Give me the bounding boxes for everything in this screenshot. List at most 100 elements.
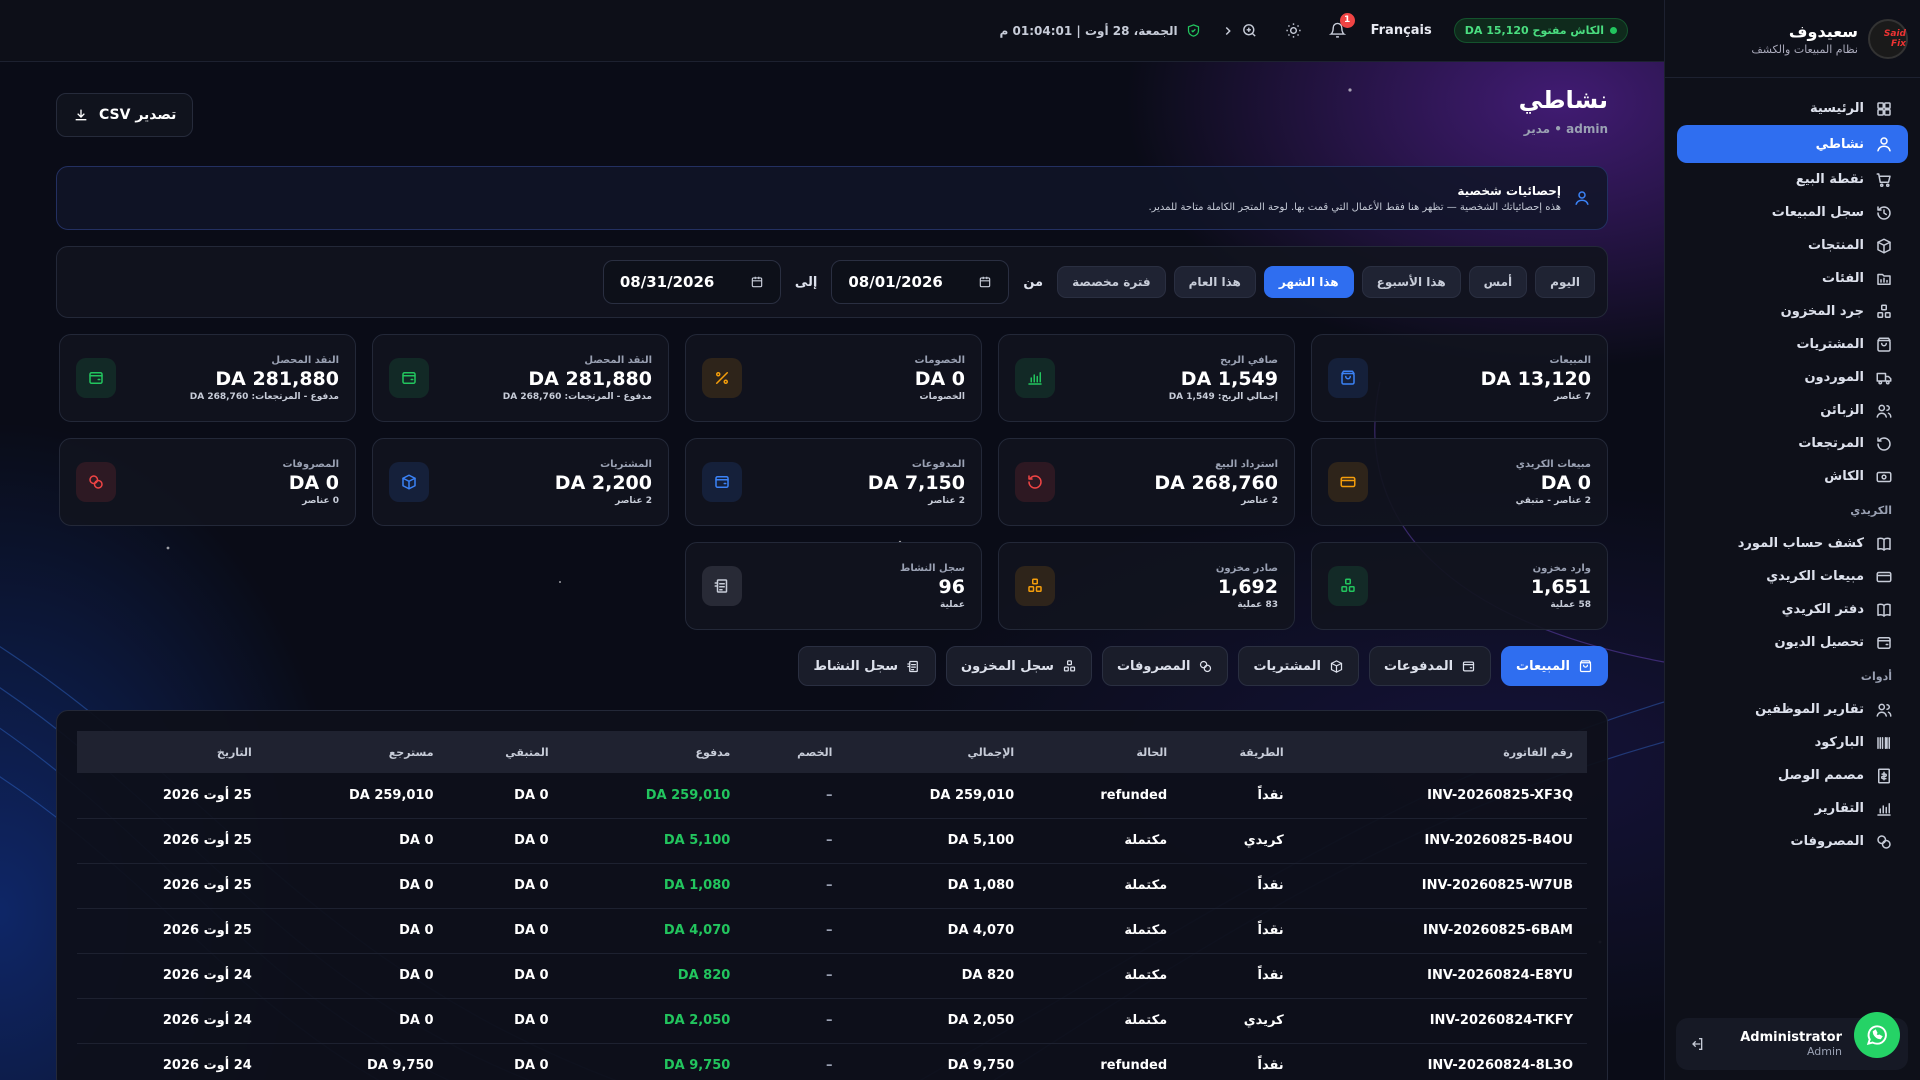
stat-card-4: النقد المحصل DA 281,880 مدفوع - المرتجعات:…	[59, 334, 356, 422]
sidebar-item-credit-3[interactable]: تحصيل الديون	[1677, 626, 1908, 659]
period-pill-2[interactable]: هذا الأسبوع	[1361, 266, 1461, 298]
stat-card-1: صافي الربح DA 1,549 إجمالي الربح: DA 1,549	[998, 334, 1295, 422]
table-cell: مكتملة	[1028, 998, 1182, 1044]
sidebar-item-main-3[interactable]: سجل المبيعات	[1677, 196, 1908, 229]
column-header-3[interactable]: الإجمالي	[846, 731, 1028, 773]
table-cell: DA 5,100	[562, 818, 745, 864]
stat-card-2: الخصومات DA 0 الخصومات	[685, 334, 982, 422]
sidebar: Said Fix سعيدوف نظام المبيعات والكشف الر…	[1664, 0, 1920, 1080]
wallet-icon	[1461, 659, 1476, 674]
sidebar-item-tools-1[interactable]: الباركود	[1677, 726, 1908, 759]
sidebar-item-main-7[interactable]: المشتريات	[1677, 328, 1908, 361]
table-cell: DA 0	[447, 1043, 563, 1080]
page-header: نشاطي admin • مدير تصدير CSV	[56, 62, 1608, 166]
column-header-8[interactable]: التاريخ	[77, 731, 266, 773]
tab-4[interactable]: سجل المخزون	[946, 646, 1092, 686]
period-pill-3[interactable]: هذا الشهر	[1263, 266, 1354, 298]
sidebar-item-main-5[interactable]: الفئات	[1677, 262, 1908, 295]
cart-icon	[1874, 170, 1894, 190]
tab-label: المشتريات	[1253, 658, 1321, 674]
info-title: إحصائيات شخصية	[1457, 183, 1561, 198]
to-date-input[interactable]: 08/31/2026	[602, 260, 781, 304]
sidebar-item-main-4[interactable]: المنتجات	[1677, 229, 1908, 262]
sidebar-item-credit-0[interactable]: كشف حساب المورد	[1677, 527, 1908, 560]
from-date-input[interactable]: 08/01/2026	[831, 260, 1010, 304]
stat-card-12: سجل النشاط 96 عملية	[685, 542, 982, 630]
table-cell: DA 0	[447, 863, 563, 909]
whatsapp-button[interactable]	[1854, 1012, 1900, 1058]
sidebar-item-main-6[interactable]: جرد المخزون	[1677, 295, 1908, 328]
stat-value: DA 281,880	[528, 367, 652, 390]
sidebar-item-main-1[interactable]: نشاطي	[1677, 125, 1908, 163]
notifications-bell-icon[interactable]: 1	[1327, 12, 1355, 42]
column-header-4[interactable]: الخصم	[744, 731, 846, 773]
table-cell: DA 5,100	[846, 818, 1029, 864]
column-header-7[interactable]: مسترجع	[266, 731, 448, 773]
collapse-chevron-icon[interactable]	[1217, 20, 1239, 42]
coins-icon	[76, 462, 116, 502]
tab-3[interactable]: المصروفات	[1101, 646, 1229, 686]
sidebar-item-label: الرئيسية	[1809, 101, 1864, 116]
table-cell: –	[744, 1043, 847, 1080]
sidebar-item-tools-0[interactable]: تقارير الموظفين	[1677, 693, 1908, 726]
chart-icon	[1015, 358, 1055, 398]
cash-status-pill[interactable]: الكاش مفتوح DA 15,120	[1453, 18, 1628, 43]
sidebar-item-main-2[interactable]: نقطة البيع	[1677, 163, 1908, 196]
wallet-icon	[76, 358, 116, 398]
stat-label: صافي الربح	[1220, 354, 1278, 366]
tab-0[interactable]: المبيعات	[1501, 646, 1608, 686]
page-title: نشاطي	[1518, 86, 1608, 114]
table-cell: DA 2,050	[846, 998, 1029, 1044]
period-filter-bar: اليوم أمس هذا الأسبوع هذا الشهر هذا العام فتر…	[56, 246, 1608, 318]
column-header-0[interactable]: رقم الفاتورة	[1298, 731, 1587, 773]
table-row[interactable]: INV-20260825-XF3Q نقداً refunded DA 259,010…	[77, 773, 1587, 819]
stat-label: صادر مخزون	[1215, 562, 1278, 574]
sidebar-item-main-0[interactable]: الرئيسية	[1677, 92, 1908, 125]
sidebar-item-tools-4[interactable]: المصروفات	[1677, 825, 1908, 858]
table-row[interactable]: INV-20260825-B4OU كريدي مكتملة DA 5,100– DA …	[77, 818, 1587, 864]
sidebar-item-main-9[interactable]: الزبائن	[1677, 394, 1908, 427]
sidebar-item-tools-2[interactable]: مصمم الوصل	[1677, 759, 1908, 792]
table-row[interactable]: INV-20260824-TKFY كريدي مكتملة DA 2,050– DA …	[77, 998, 1587, 1044]
export-csv-button[interactable]: تصدير CSV	[56, 93, 194, 137]
zoom-icon[interactable]	[1239, 20, 1261, 42]
tab-1[interactable]: المدفوعات	[1368, 646, 1492, 686]
sidebar-item-tools-3[interactable]: التقارير	[1677, 792, 1908, 825]
column-header-1[interactable]: الطريقة	[1181, 731, 1298, 773]
coins-icon	[1874, 832, 1894, 852]
period-pill-0[interactable]: اليوم	[1535, 266, 1595, 298]
table-row[interactable]: INV-20260824-8L3O نقداً refunded DA 9,750– D…	[77, 1043, 1587, 1080]
log-icon	[906, 659, 921, 674]
wallet-icon	[1874, 633, 1894, 653]
column-header-5[interactable]: مدفوع	[563, 731, 745, 773]
period-pill-5[interactable]: فترة مخصصة	[1057, 266, 1166, 298]
stats-grid: المبيعات DA 13,120 7 عناصر صافي الربح DA 1,5…	[56, 334, 1608, 630]
user-icon	[1874, 134, 1894, 154]
inventory-icon	[1015, 566, 1055, 606]
sidebar-item-credit-1[interactable]: مبيعات الكريدي	[1677, 560, 1908, 593]
table-cell: DA 1,080	[846, 863, 1029, 909]
sidebar-item-main-11[interactable]: الكاش	[1677, 460, 1908, 493]
sidebar-item-credit-2[interactable]: دفتر الكريدي	[1677, 593, 1908, 626]
language-switch[interactable]: Français	[1371, 23, 1432, 38]
column-header-2[interactable]: الحالة	[1028, 731, 1181, 773]
table-row[interactable]: INV-20260825-6BAM نقداً مكتملة DA 4,070– DA …	[77, 908, 1587, 954]
theme-toggle-sun-icon[interactable]	[1283, 20, 1305, 42]
column-header-6[interactable]: المتبقي	[448, 731, 563, 773]
tab-2[interactable]: المشتريات	[1238, 646, 1359, 686]
sidebar-item-main-8[interactable]: الموردون	[1677, 361, 1908, 394]
tab-label: سجل النشاط	[813, 658, 898, 674]
stat-value: DA 281,880	[215, 367, 339, 390]
sidebar-item-main-10[interactable]: المرتجعات	[1677, 427, 1908, 460]
return-icon	[1874, 434, 1894, 454]
logout-icon[interactable]	[1686, 1033, 1708, 1055]
tab-5[interactable]: سجل النشاط	[798, 646, 936, 686]
period-pill-4[interactable]: هذا العام	[1173, 266, 1256, 298]
stat-label: المدفوعات	[911, 458, 965, 470]
table-row[interactable]: INV-20260824-E8YU نقداً مكتملة DA 820– DA 82…	[77, 953, 1587, 999]
table-cell: 25 أوت 2026	[77, 908, 266, 954]
stat-subtext: 2 عناصر - متبقي	[1515, 495, 1591, 506]
table-row[interactable]: INV-20260825-W7UB نقداً مكتملة DA 1,080– DA …	[77, 863, 1587, 909]
period-pill-1[interactable]: أمس	[1468, 266, 1528, 298]
activity-tabs: المبيعات المدفوعات المشتريات المصروفات سجل ا…	[56, 646, 1608, 686]
